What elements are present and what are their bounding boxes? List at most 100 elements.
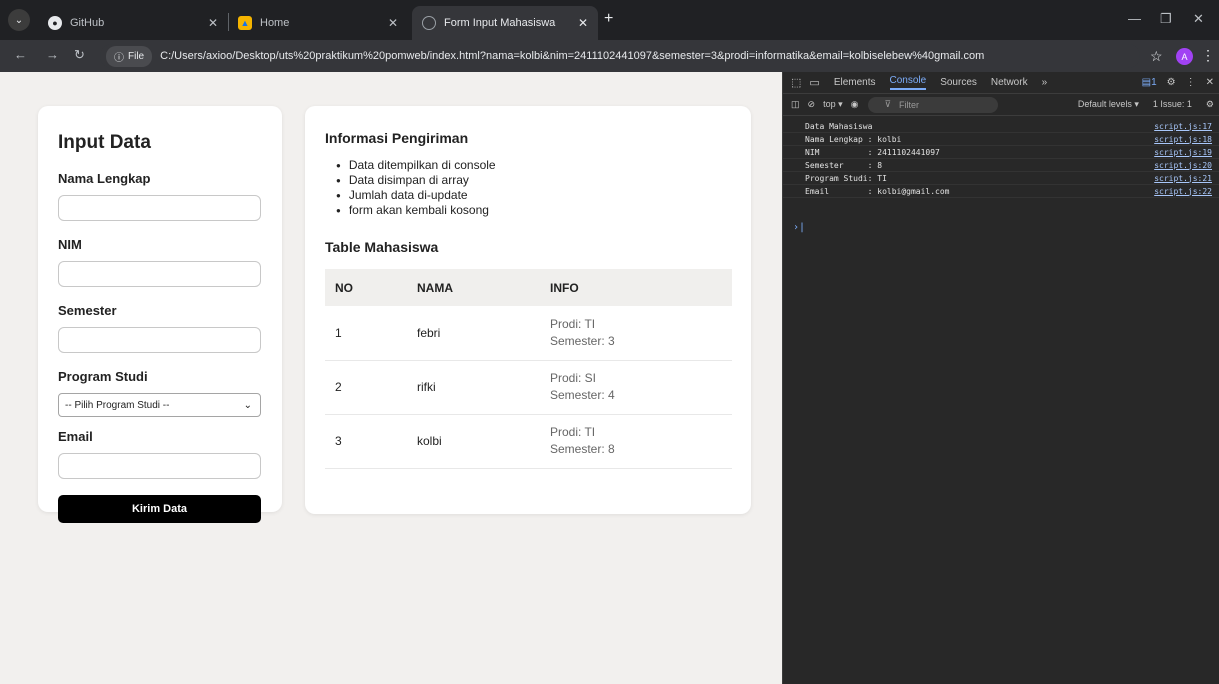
table-row: 2 rifki Prodi: SI Semester: 4 (325, 360, 732, 415)
badge-count: 1 (1151, 77, 1157, 88)
semester-label: Semester (58, 303, 117, 318)
page-viewport: Input Data Nama Lengkap NIM Semester Pro… (0, 72, 782, 684)
tab-home[interactable]: ▲ Home ✕ (228, 6, 408, 40)
console-source-link[interactable]: script.js:21 (1154, 174, 1212, 183)
url-text: C:/Users/axioo/Desktop/uts%20praktikum%2… (160, 50, 985, 62)
more-menu-icon[interactable]: ⋮ (1201, 47, 1215, 64)
console-text: Nama Lengkap : kolbi (805, 134, 902, 144)
new-tab-icon[interactable]: + (604, 10, 613, 28)
image-icon: ▲ (238, 16, 252, 30)
cell-info: Prodi: SI Semester: 4 (540, 360, 732, 415)
email-input[interactable] (58, 453, 261, 479)
console-message: Program Studi: TI script.js:21 (783, 172, 1219, 185)
message-badge[interactable]: ▤1 (1142, 77, 1157, 88)
tab-title: Form Input Mahasiswa (444, 17, 556, 29)
console-source-link[interactable]: script.js:20 (1154, 161, 1212, 170)
clear-console-icon[interactable]: ⊘ (808, 99, 816, 110)
console-text: Program Studi: TI (805, 173, 887, 183)
globe-icon (422, 16, 436, 30)
tab-sources[interactable]: Sources (940, 77, 977, 88)
issues-button[interactable]: 1 Issue: 1 (1153, 99, 1192, 110)
cell-prodi: Prodi: TI (550, 316, 596, 331)
restore-icon[interactable]: ❐ (1160, 11, 1172, 27)
address-bar[interactable]: ⓘ File C:/Users/axioo/Desktop/uts%20prak… (100, 44, 1140, 68)
console-text: Data Mahasiswa (805, 121, 873, 131)
info-list: ● Data ditempilkan di console ● Data disim… (325, 158, 731, 218)
cell-nama: kolbi (407, 414, 540, 469)
inspect-icon[interactable]: ⬚ (791, 76, 801, 89)
cell-nama: febri (407, 306, 540, 361)
tab-elements[interactable]: Elements (834, 77, 876, 88)
info-title: Informasi Pengiriman (325, 130, 469, 146)
close-icon[interactable]: ✕ (578, 16, 588, 30)
device-toggle-icon[interactable]: ▭ (809, 76, 819, 89)
mahasiswa-table: NO NAMA INFO 1 febri Prodi: TI Semester:… (325, 269, 732, 469)
more-tabs-icon[interactable]: » (1042, 77, 1048, 88)
file-label: File (128, 50, 145, 62)
minimize-icon[interactable]: — (1128, 11, 1141, 26)
column-header: NAMA (407, 269, 540, 306)
console-message: Nama Lengkap : kolbi script.js:18 (783, 133, 1219, 146)
cell-semester: Semester: 3 (550, 333, 615, 348)
context-select[interactable]: top ▾ (823, 99, 843, 110)
tab-console[interactable]: Console (889, 75, 927, 90)
log-levels-select[interactable]: Default levels ▾ (1078, 99, 1139, 110)
bullet-icon: ● (336, 206, 341, 215)
semester-input[interactable] (58, 327, 261, 353)
tab-network[interactable]: Network (991, 77, 1028, 88)
browser-toolbar: ← → ↻ ⓘ File C:/Users/axioo/Desktop/uts%… (0, 40, 1219, 72)
devtools-menu-icon[interactable]: ⋮ (1186, 77, 1196, 88)
back-icon[interactable]: ← (14, 47, 27, 62)
nim-input[interactable] (58, 261, 261, 287)
list-item-text: Data ditempilkan di console (348, 158, 496, 172)
console-settings-icon[interactable]: ⚙ (1206, 99, 1214, 110)
cell-semester: Semester: 8 (550, 442, 615, 456)
console-source-link[interactable]: script.js:18 (1154, 135, 1212, 144)
bullet-icon: ● (336, 191, 341, 200)
list-item: ● form akan kembali kosong (336, 203, 731, 218)
star-icon[interactable]: ☆ (1150, 48, 1163, 65)
devtools-tab-bar: ⬚ ▭ Elements Console Sources Network » ▤… (783, 72, 1219, 94)
cell-nama: rifki (407, 360, 540, 415)
prodi-label: Program Studi (58, 369, 148, 384)
reload-icon[interactable]: ↻ (74, 47, 85, 63)
window-close-icon[interactable]: ✕ (1193, 11, 1204, 27)
close-icon[interactable]: ✕ (388, 16, 398, 30)
nama-input[interactable] (58, 195, 261, 221)
console-filter-bar: ◫ ⊘ top ▾ ◉ ⊽ Filter Default levels ▾ 1 … (783, 94, 1219, 116)
avatar[interactable]: A (1176, 48, 1193, 65)
console-message: NIM : 2411102441097 script.js:19 (783, 146, 1219, 159)
prodi-select[interactable]: -- Pilih Program Studi -- ⌄ (58, 393, 261, 417)
devtools-close-icon[interactable]: ✕ (1206, 77, 1214, 88)
forward-icon[interactable]: → (46, 47, 59, 62)
chevron-down-icon: ⌄ (243, 399, 252, 411)
eye-icon[interactable]: ◉ (851, 99, 859, 110)
console-filter-input[interactable]: ⊽ Filter (868, 96, 999, 113)
sidebar-toggle-icon[interactable]: ◫ (791, 99, 800, 110)
form-title: Input Data (58, 132, 151, 153)
tab-form-input[interactable]: Form Input Mahasiswa ✕ (412, 6, 598, 40)
cell-semester: Semester: 4 (550, 388, 615, 402)
gear-icon[interactable]: ⚙ (1167, 77, 1176, 88)
tab-strip: ⌄ ● GitHub ✕ ▲ Home ✕ Form Input Mahasis… (0, 0, 1219, 40)
email-label: Email (58, 429, 93, 444)
console-source-link[interactable]: script.js:19 (1154, 148, 1212, 157)
console-prompt[interactable]: ›| (793, 222, 805, 233)
console-source-link[interactable]: script.js:22 (1154, 187, 1212, 196)
console-output: Data Mahasiswa script.js:17 Nama Lengkap… (783, 120, 1219, 198)
table-title: Table Mahasiswa (325, 239, 439, 255)
prodi-selected-value: -- Pilih Program Studi -- (65, 399, 170, 411)
console-source-link[interactable]: script.js:17 (1154, 122, 1212, 131)
console-message: Data Mahasiswa script.js:17 (783, 120, 1219, 133)
input-form-card: Input Data Nama Lengkap NIM Semester Pro… (38, 106, 282, 523)
tab-search-icon[interactable]: ⌄ (8, 9, 30, 31)
console-text: Semester : 8 (805, 160, 883, 170)
close-icon[interactable]: ✕ (208, 16, 218, 30)
tab-title: GitHub (70, 17, 105, 29)
site-info-chip[interactable]: ⓘ File (106, 45, 153, 67)
list-item-text: Jumlah data di-update (348, 188, 468, 202)
list-item-text: Data disimpan di array (348, 173, 469, 187)
console-message: Email : kolbi@gmail.com script.js:22 (783, 185, 1219, 198)
kirim-data-button[interactable]: Kirim Data (58, 495, 261, 523)
tab-github[interactable]: ● GitHub ✕ (38, 6, 228, 40)
